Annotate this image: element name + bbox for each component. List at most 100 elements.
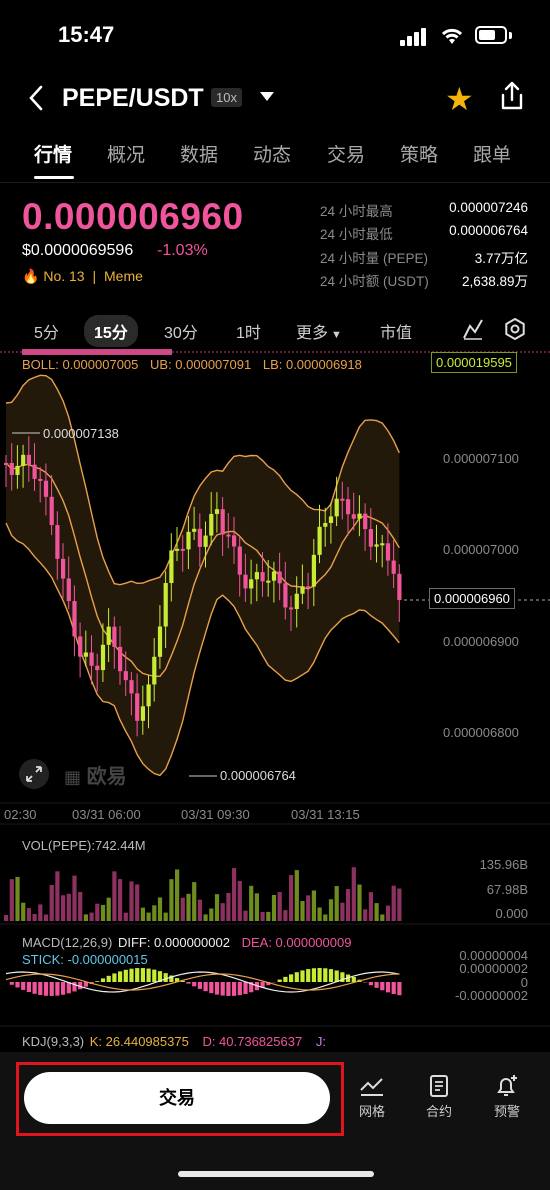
- macd-bar: [197, 982, 202, 989]
- volume-bar: [289, 875, 294, 921]
- volume-bar: [180, 897, 185, 921]
- volume-bar: [311, 890, 316, 921]
- macd-dea: DEA: 0.000000009: [241, 935, 352, 950]
- tab-trade[interactable]: 交易: [327, 140, 365, 167]
- tab-data[interactable]: 数据: [180, 140, 218, 167]
- volume-bar: [66, 893, 71, 921]
- candle-body: [135, 693, 140, 721]
- pair-title[interactable]: PEPE/USDT: [62, 84, 204, 113]
- interval-30m[interactable]: 30分: [164, 319, 198, 343]
- candle-body: [328, 516, 334, 523]
- volume-bar: [340, 902, 345, 921]
- macd-bar: [123, 969, 128, 982]
- volume-bar: [157, 897, 163, 921]
- volume-bar: [357, 884, 362, 921]
- candle-body: [277, 571, 282, 584]
- volume-bar: [237, 880, 242, 921]
- macd-bar: [283, 976, 288, 982]
- macd-bar: [232, 982, 237, 996]
- grid-button[interactable]: 网格: [347, 1074, 397, 1120]
- volume-bar: [83, 914, 88, 921]
- volume-bar: [78, 891, 83, 921]
- y-tick: 0.000007100: [443, 451, 519, 466]
- macd-bar: [163, 973, 168, 982]
- chevron-down-icon[interactable]: [260, 92, 274, 101]
- x-tick: 03/31 06:00: [72, 807, 141, 822]
- interval-5m[interactable]: 5分: [34, 319, 59, 343]
- candle-body: [391, 560, 396, 574]
- interval-15m[interactable]: 15分: [84, 315, 138, 347]
- candle-body: [197, 528, 202, 547]
- tab-copytrade[interactable]: 跟单: [473, 140, 511, 167]
- stat-value: 3.77万亿: [474, 251, 528, 266]
- back-icon[interactable]: [26, 84, 46, 112]
- candle-body: [232, 535, 237, 547]
- stat-value: 0.000007246: [449, 200, 528, 215]
- volume-bar: [226, 892, 231, 921]
- trade-button[interactable]: 交易: [24, 1072, 330, 1124]
- macd-bar: [15, 982, 20, 988]
- interval-1h[interactable]: 1时: [236, 319, 261, 343]
- candle-body: [83, 652, 88, 657]
- share-icon[interactable]: [497, 80, 527, 112]
- expand-icon[interactable]: [18, 758, 50, 790]
- market-cap-tab[interactable]: 市值: [380, 319, 412, 343]
- candle-body: [61, 558, 66, 579]
- macd-bar: [32, 982, 37, 994]
- macd-bar: [118, 971, 123, 982]
- volume-bar: [374, 903, 379, 921]
- stat-label: 24 小时最高: [320, 204, 393, 219]
- interval-more[interactable]: 更多 ▼: [296, 319, 342, 343]
- indicator-icon[interactable]: [462, 318, 484, 340]
- candle-body: [209, 513, 214, 536]
- tab-market[interactable]: 行情: [34, 140, 72, 167]
- rank-row[interactable]: 🔥 No. 13 | Meme: [22, 268, 143, 285]
- candle-body: [26, 454, 31, 465]
- candle-body: [55, 525, 60, 559]
- macd-bar: [21, 982, 26, 990]
- macd-bar: [192, 982, 197, 987]
- settings-icon[interactable]: [504, 318, 526, 340]
- candle-body: [368, 529, 373, 547]
- volume-bar: [380, 914, 385, 921]
- macd-bar: [9, 982, 14, 985]
- macd-legend: MACD(12,26,9) DIFF: 0.000000002 DEA: 0.0…: [22, 935, 351, 950]
- alert-button[interactable]: 预警: [482, 1074, 532, 1120]
- tab-news[interactable]: 动态: [253, 140, 291, 167]
- macd-bar: [146, 968, 151, 982]
- volume-bar: [49, 884, 54, 921]
- home-indicator[interactable]: [178, 1171, 374, 1177]
- macd-bar: [311, 968, 316, 982]
- candle-body: [334, 498, 339, 517]
- contract-button[interactable]: 合约: [414, 1074, 464, 1120]
- volume-bar: [192, 882, 197, 921]
- candle-body: [380, 543, 385, 546]
- candle-body: [237, 546, 242, 575]
- x-tick: 03/31 13:15: [291, 807, 360, 822]
- tab-strategy[interactable]: 策略: [400, 140, 438, 167]
- macd-bar: [385, 982, 391, 993]
- candle-body: [385, 543, 391, 561]
- candle-body: [21, 454, 26, 466]
- y-tick: 0.000007000: [443, 542, 519, 557]
- rank-label: No. 13: [43, 268, 85, 284]
- stat-label: 24 小时额 (USDT): [320, 274, 429, 289]
- candle-body: [306, 586, 311, 589]
- volume-bar: [232, 868, 237, 921]
- candle-body: [214, 509, 220, 514]
- macd-bar: [61, 982, 66, 995]
- tab-overview[interactable]: 概况: [107, 140, 145, 167]
- candle-body: [243, 574, 248, 589]
- candle-body: [32, 464, 37, 479]
- kdj-k: K: 26.440985375: [89, 1034, 189, 1049]
- macd-bar: [294, 972, 299, 982]
- volume-bar: [163, 912, 168, 921]
- macd-bar: [49, 982, 54, 996]
- stat-value: 0.000006764: [449, 223, 528, 238]
- candle-body: [152, 656, 157, 685]
- category-tag: Meme: [104, 268, 143, 284]
- macd-bar: [368, 982, 373, 986]
- star-icon[interactable]: ★: [445, 80, 474, 118]
- candle-body: [78, 636, 83, 657]
- watermark-text: 欧易: [86, 766, 127, 788]
